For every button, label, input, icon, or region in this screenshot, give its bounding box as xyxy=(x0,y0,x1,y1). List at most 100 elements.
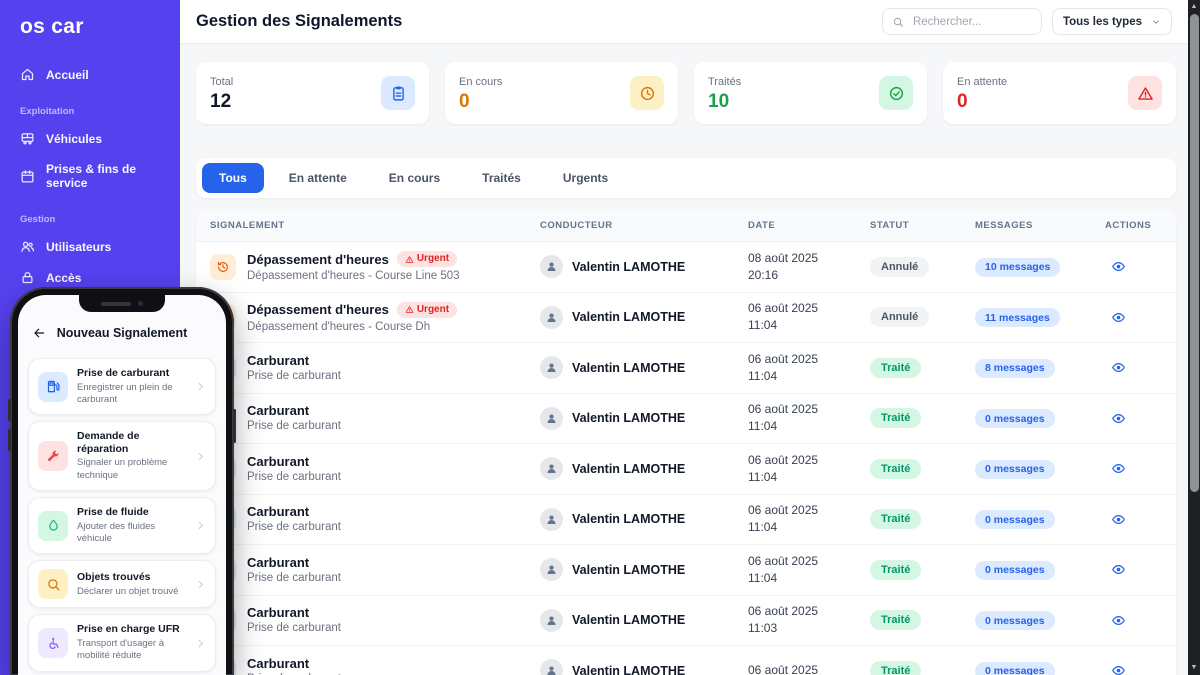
view-button[interactable] xyxy=(1109,409,1128,428)
phone-item-text: Prise en charge UFRTransport d'usager à … xyxy=(77,623,186,662)
phone-power-button xyxy=(233,409,236,443)
date-value: 06 août 2025 xyxy=(748,502,870,519)
search-box[interactable] xyxy=(882,8,1042,35)
view-button[interactable] xyxy=(1109,308,1128,327)
stat-value: 12 xyxy=(210,92,233,111)
view-button[interactable] xyxy=(1109,560,1128,579)
signalement-subtitle: Prise de carburant xyxy=(247,623,341,635)
tab-traites[interactable]: Traités xyxy=(465,163,538,193)
view-button[interactable] xyxy=(1109,459,1128,478)
home-icon xyxy=(20,67,35,82)
chevron_right-icon xyxy=(195,579,206,590)
history-icon xyxy=(216,260,230,274)
stat-label: En attente xyxy=(957,76,1007,88)
sidebar-item-label: Utilisateurs xyxy=(46,240,111,254)
user-icon xyxy=(545,361,558,374)
driver-name: Valentin LAMOTHE xyxy=(572,664,685,675)
messages-cell: 0 messages xyxy=(975,611,1105,631)
phone-item-text: Prise de carburantEnregistrer un plein d… xyxy=(77,367,186,406)
tab-en-cours[interactable]: En cours xyxy=(372,163,457,193)
view-button[interactable] xyxy=(1109,661,1128,675)
magnifier-icon xyxy=(46,577,61,592)
stat-card-en-attente: En attente 0 xyxy=(943,62,1176,124)
stat-card-text: Total12 xyxy=(210,76,233,111)
page-title: Gestion des Signalements xyxy=(196,12,402,31)
sidebar-item-accueil[interactable]: Accueil xyxy=(0,59,180,90)
column-header-actions: Actions xyxy=(1105,220,1175,231)
phone-item-prise-de-fluide[interactable]: Prise de fluideAjouter des fluides véhic… xyxy=(28,497,216,554)
view-button[interactable] xyxy=(1109,358,1128,377)
view-button[interactable] xyxy=(1109,611,1128,630)
chevron_right-icon xyxy=(195,638,206,649)
driver-name: Valentin LAMOTHE xyxy=(572,361,685,375)
sidebar-item-prises-fins-de-service[interactable]: Prises & fins de service xyxy=(0,154,180,198)
tab-urgents[interactable]: Urgents xyxy=(546,163,625,193)
user-icon xyxy=(545,260,558,273)
stat-icon-box xyxy=(381,76,415,110)
user-icon xyxy=(545,412,558,425)
messages-cell: 0 messages xyxy=(975,661,1105,675)
sidebar-item-vehicules[interactable]: Véhicules xyxy=(0,123,180,154)
phone-item-prise-de-carburant[interactable]: Prise de carburantEnregistrer un plein d… xyxy=(28,358,216,415)
phone-item-title: Objets trouvés xyxy=(77,571,178,584)
view-button[interactable] xyxy=(1109,510,1128,529)
date-value: 06 août 2025 xyxy=(748,401,870,418)
messages-badge: 0 messages xyxy=(975,510,1055,529)
eye-icon xyxy=(1111,360,1126,375)
lock-icon xyxy=(20,270,35,285)
tab-tous[interactable]: Tous xyxy=(202,163,264,193)
phone-notch xyxy=(79,295,165,312)
scrollbar-down-arrow[interactable]: ▼ xyxy=(1188,663,1200,673)
messages-badge: 0 messages xyxy=(975,409,1055,428)
stat-value: 0 xyxy=(459,92,502,111)
scrollbar-thumb[interactable] xyxy=(1190,14,1199,492)
stat-value: 0 xyxy=(957,92,1007,111)
messages-badge: 10 messages xyxy=(975,258,1060,277)
view-button[interactable] xyxy=(1109,257,1128,276)
chevron-down-icon xyxy=(1151,17,1161,27)
stat-value: 10 xyxy=(708,92,741,111)
date-cell: 06 août 202511:04 xyxy=(748,553,870,587)
statut-cell: Traité xyxy=(870,610,975,630)
signalement-text: Carburant Prise de carburant xyxy=(247,606,341,635)
search-input[interactable] xyxy=(911,15,1032,29)
time-value: 11:04 xyxy=(748,519,870,536)
signalement-subtitle: Dépassement d'heures - Course Line 503 xyxy=(247,271,460,283)
user-icon xyxy=(545,462,558,475)
driver-name: Valentin LAMOTHE xyxy=(572,310,685,324)
phone-item-icon-box xyxy=(38,372,68,402)
scrollbar-up-arrow[interactable]: ▲ xyxy=(1188,2,1200,12)
phone-item-prise-en-charge-ufr[interactable]: Prise en charge UFRTransport d'usager à … xyxy=(28,614,216,671)
messages-badge: 0 messages xyxy=(975,561,1055,580)
actions-cell xyxy=(1105,409,1175,428)
column-header-messages: Messages xyxy=(975,220,1105,231)
type-filter-dropdown[interactable]: Tous les types xyxy=(1052,8,1172,35)
phone-item-subtitle: Ajouter des fluides véhicule xyxy=(77,521,186,546)
status-badge: Traité xyxy=(870,560,921,580)
tab-en-attente[interactable]: En attente xyxy=(272,163,364,193)
phone-item-demande-de-reparation[interactable]: Demande de réparationSignaler un problèm… xyxy=(28,421,216,491)
sidebar-item-utilisateurs[interactable]: Utilisateurs xyxy=(0,231,180,262)
chevron_down-icon xyxy=(1151,17,1161,27)
actions-cell xyxy=(1105,661,1175,675)
phone-item-objets-trouves[interactable]: Objets trouvésDéclarer un objet trouvé xyxy=(28,560,216,608)
stats-row: Total12En cours0Traités10En attente0 xyxy=(196,62,1176,124)
signalement-title: Carburant xyxy=(247,606,341,619)
back-arrow-button[interactable] xyxy=(32,326,46,340)
status-badge: Annulé xyxy=(870,307,929,327)
warning-icon xyxy=(405,305,414,314)
avatar xyxy=(540,508,563,531)
signalement-cell: Dépassement d'heuresUrgentDépassement d'… xyxy=(210,251,540,283)
time-value: 11:04 xyxy=(748,418,870,435)
stat-card-en-cours: En cours0 xyxy=(445,62,678,124)
date-cell: 06 août 202511:04 xyxy=(748,401,870,435)
phone-volume-down-button xyxy=(8,429,11,451)
avatar xyxy=(540,255,563,278)
phone-item-list: Prise de carburantEnregistrer un plein d… xyxy=(18,358,226,675)
page-scrollbar[interactable]: ▲ ▼ xyxy=(1188,0,1200,675)
signalement-cell: CarburantPrise de carburant xyxy=(210,455,540,484)
table-row: CarburantPrise de carburantValentin LAMO… xyxy=(196,596,1176,647)
date-cell: 08 août 202520:16 xyxy=(748,250,870,284)
signalements-table: SignalementConducteurDateStatutMessagesA… xyxy=(196,210,1176,675)
phone-item-title: Prise en charge UFR xyxy=(77,623,186,636)
